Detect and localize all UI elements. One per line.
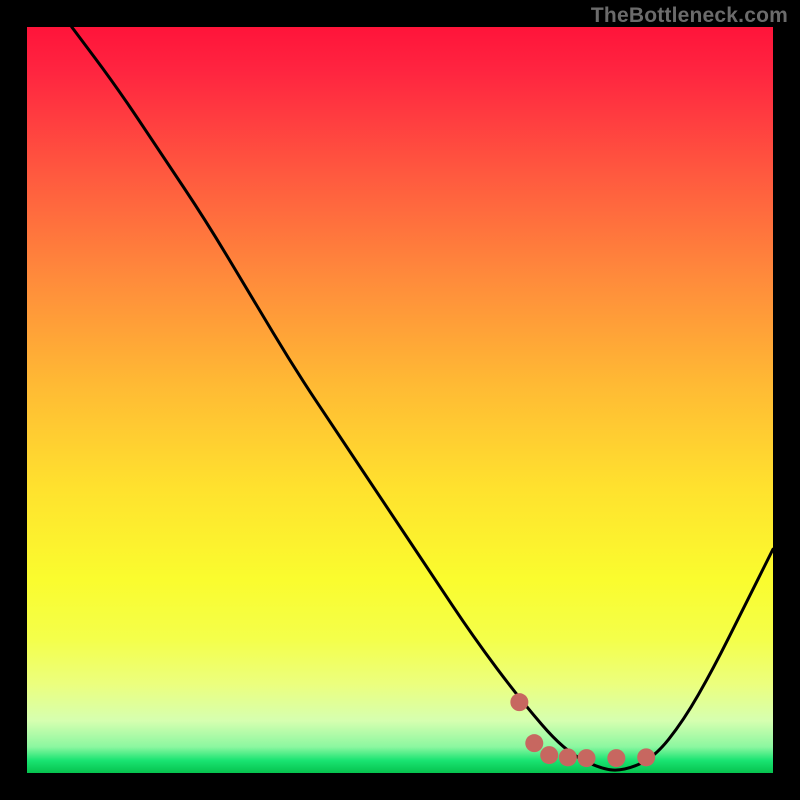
marker-point-c xyxy=(540,746,558,764)
bottleneck-curve-line xyxy=(72,27,773,770)
marker-point-e xyxy=(578,749,596,767)
marker-point-f xyxy=(607,749,625,767)
watermark-text: TheBottleneck.com xyxy=(591,4,788,28)
marker-point-b xyxy=(525,734,543,752)
data-point-markers xyxy=(510,693,655,767)
marker-point-d xyxy=(559,748,577,766)
chart-plot-area xyxy=(27,27,773,773)
marker-point-a xyxy=(510,693,528,711)
marker-minimum xyxy=(637,748,655,766)
chart-overlay-svg xyxy=(27,27,773,773)
